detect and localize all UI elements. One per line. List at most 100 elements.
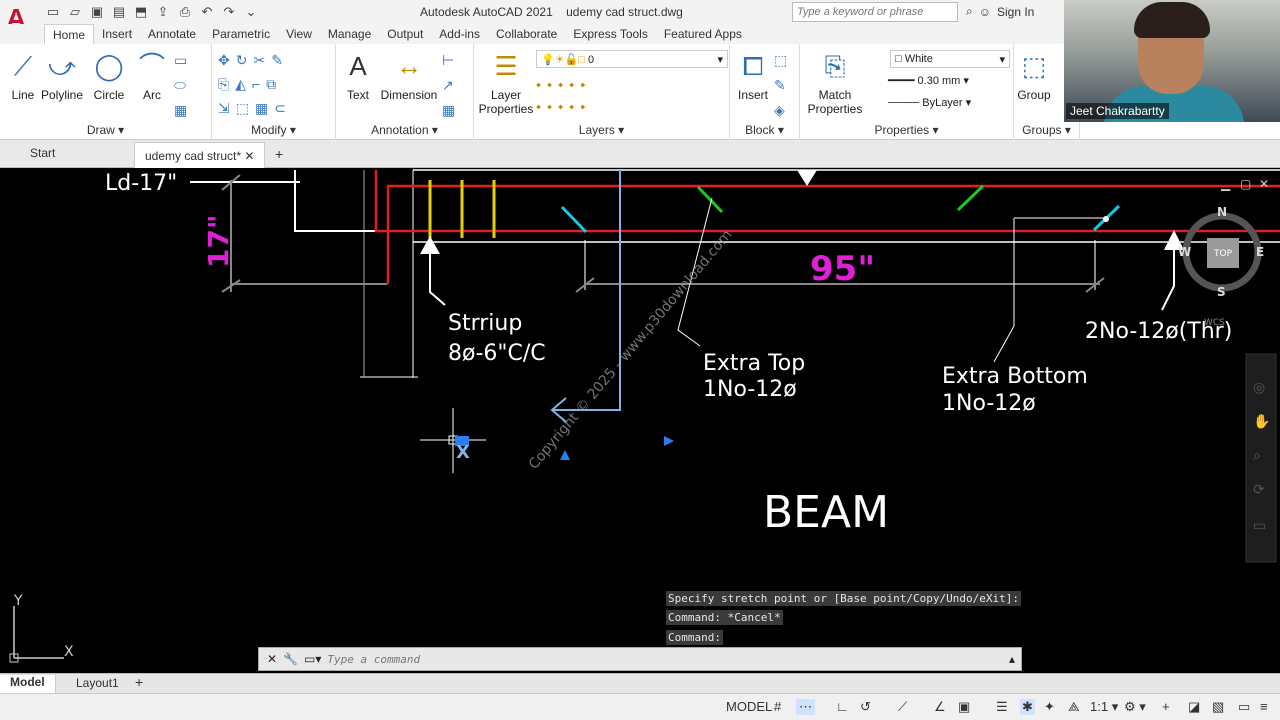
fillet-icon[interactable]: ⌐ <box>252 76 260 93</box>
layer-current-icon[interactable]: ⬩ <box>580 98 585 115</box>
grid-icon[interactable]: # <box>774 699 781 714</box>
modify-panel-title[interactable]: Modify ▾ <box>212 123 335 137</box>
snap-icon[interactable]: ⋯ <box>796 699 815 715</box>
layer-isolate-icon[interactable]: ⬩ <box>547 76 552 93</box>
tab-manage[interactable]: Manage <box>320 24 379 44</box>
drawing-tab[interactable]: udemy cad struct* ✕ <box>134 142 266 168</box>
autoscale-icon[interactable]: ✦ <box>1044 699 1055 715</box>
tab-express-tools[interactable]: Express Tools <box>565 24 655 44</box>
grip-point[interactable] <box>1103 216 1109 222</box>
pan-icon[interactable]: ✋ <box>1253 413 1270 430</box>
redo-icon[interactable]: ↷ <box>220 3 238 21</box>
web-mobile-icon[interactable]: ⬒ <box>132 3 150 21</box>
tab-output[interactable]: Output <box>379 24 431 44</box>
steering-wheel-icon[interactable]: ◎ <box>1253 380 1265 396</box>
layer-unlock-icon[interactable]: ⬩ <box>569 98 574 115</box>
layout1-tab[interactable]: Layout1 <box>76 676 119 690</box>
search-input[interactable]: Type a keyword or phrase <box>792 2 958 22</box>
attribute-icon[interactable]: ◈ <box>774 102 787 119</box>
showmotion-icon[interactable]: ▭ <box>1253 518 1266 534</box>
annotation-scale-icon[interactable]: ⟁ <box>1068 699 1080 715</box>
groups-panel-title[interactable]: Groups ▾ <box>1014 123 1079 137</box>
layer-dropdown[interactable]: 💡☀🔓□ 0 ▾ <box>536 50 728 68</box>
start-tab[interactable]: Start <box>30 146 55 160</box>
layer-freeze-icon[interactable]: ⬩ <box>558 76 563 93</box>
linear-dim-icon[interactable]: ⊢ <box>442 52 455 69</box>
viewcube-west[interactable]: W <box>1178 245 1191 259</box>
new-icon[interactable]: ▭ <box>44 3 62 21</box>
ortho-icon[interactable]: ∟ <box>836 699 849 714</box>
tab-insert[interactable]: Insert <box>94 24 140 44</box>
customization-icon[interactable]: ≡ <box>1260 699 1268 714</box>
scale-icon[interactable]: ⬚ <box>236 100 249 117</box>
command-prompt-icon[interactable]: ▭▾ <box>304 652 321 666</box>
insert-block-button[interactable]: ⧠ Insert <box>734 48 772 102</box>
annotation-monitor-icon[interactable]: + <box>1162 699 1170 714</box>
scale-dropdown[interactable]: 1:1 ▾ <box>1090 699 1118 715</box>
isolate-objects-icon[interactable]: ◪ <box>1188 699 1200 715</box>
tab-view[interactable]: View <box>278 24 320 44</box>
grip-triangle[interactable] <box>664 436 674 446</box>
workspace-icon[interactable]: ⌄ <box>242 3 260 21</box>
command-input[interactable]: Type a command <box>327 653 420 666</box>
linetype-dropdown[interactable]: ──── ByLayer ▾ <box>884 94 1010 112</box>
layer-lock-icon[interactable]: ⬩ <box>569 76 574 93</box>
open-icon[interactable]: ▱ <box>66 3 84 21</box>
maximize-viewport-icon[interactable]: ▢ <box>1240 177 1251 191</box>
layer-off-icon[interactable]: ⬩ <box>536 76 541 93</box>
tab-featured-apps[interactable]: Featured Apps <box>656 24 750 44</box>
tab-annotate[interactable]: Annotate <box>140 24 204 44</box>
color-dropdown[interactable]: □ White ▾ <box>890 50 1010 68</box>
group-button[interactable]: ⬚ Group <box>1016 48 1052 102</box>
clean-screen-icon[interactable]: ▭ <box>1238 699 1250 715</box>
block-panel-title[interactable]: Block ▾ <box>730 123 799 137</box>
close-viewport-icon[interactable]: ✕ <box>1259 177 1269 191</box>
viewcube-north[interactable]: N <box>1217 205 1227 219</box>
tab-collaborate[interactable]: Collaborate <box>488 24 565 44</box>
hatch-icon[interactable]: ▦ <box>174 102 187 119</box>
trim-icon[interactable]: ✂ <box>253 52 265 69</box>
draw-panel-title[interactable]: Draw ▾ <box>0 123 211 137</box>
annotation-visibility-icon[interactable]: ✱ <box>1020 699 1035 715</box>
edit-block-icon[interactable]: ✎ <box>774 77 787 94</box>
plot-icon[interactable]: ⎙ <box>176 3 194 21</box>
layer-thaw-icon[interactable]: ⬩ <box>558 98 563 115</box>
new-layout-button[interactable]: + <box>135 674 143 690</box>
layer-match-icon[interactable]: ⬩ <box>580 76 585 93</box>
tab-parametric[interactable]: Parametric <box>204 24 278 44</box>
lineweight-icon[interactable]: ☰ <box>996 699 1008 715</box>
grip-triangle[interactable] <box>560 450 570 460</box>
explode-icon[interactable]: ⧉ <box>266 76 276 93</box>
model-tab[interactable]: Model <box>0 675 56 693</box>
viewcube-south[interactable]: S <box>1217 285 1226 299</box>
stretch-icon[interactable]: ⇲ <box>218 100 230 117</box>
properties-panel-title[interactable]: Properties ▾ <box>800 123 1013 137</box>
leader-icon[interactable]: ↗ <box>442 77 455 94</box>
tab-add-ins[interactable]: Add-ins <box>431 24 488 44</box>
rotate-icon[interactable]: ↻ <box>236 52 248 69</box>
table-icon[interactable]: ▦ <box>442 102 455 119</box>
layer-properties-button[interactable]: ☰ Layer Properties <box>478 48 534 116</box>
save-icon[interactable]: ▣ <box>88 3 106 21</box>
new-tab-button[interactable]: + <box>275 146 283 162</box>
osnap-tracking-icon[interactable]: ⟋ <box>898 699 907 715</box>
circle-button[interactable]: ◯ Circle <box>92 48 126 102</box>
hardware-acceleration-icon[interactable]: ▧ <box>1212 699 1224 715</box>
rectangle-icon[interactable]: ▭ <box>174 52 187 69</box>
sign-in-button[interactable]: ⌕ ☺ Sign In <box>966 4 1034 19</box>
layers-panel-title[interactable]: Layers ▾ <box>474 123 729 137</box>
command-history-toggle-icon[interactable]: ▴ <box>1009 652 1015 666</box>
workspace-gear-icon[interactable]: ⚙ ▾ <box>1124 699 1146 715</box>
search-icon[interactable]: ⌕ <box>966 4 973 19</box>
model-space-button[interactable]: MODEL <box>726 699 772 714</box>
erase-icon[interactable]: ✎ <box>271 52 283 69</box>
line-button[interactable]: ⟋ Line <box>8 48 38 102</box>
isodraft-icon[interactable]: ∠ <box>934 699 946 715</box>
close-icon[interactable]: ✕ <box>267 652 277 666</box>
arc-button[interactable]: ⌒ Arc <box>138 48 166 102</box>
match-properties-button[interactable]: ⎘ Match Properties <box>806 48 864 116</box>
tab-home[interactable]: Home <box>44 24 95 44</box>
viewcube-east[interactable]: E <box>1256 245 1264 259</box>
drawing-canvas[interactable]: Ld-17" 17" 95" Strriup 8ø-6"C/C Extra To… <box>0 168 1280 673</box>
close-icon[interactable]: ✕ <box>244 149 254 163</box>
